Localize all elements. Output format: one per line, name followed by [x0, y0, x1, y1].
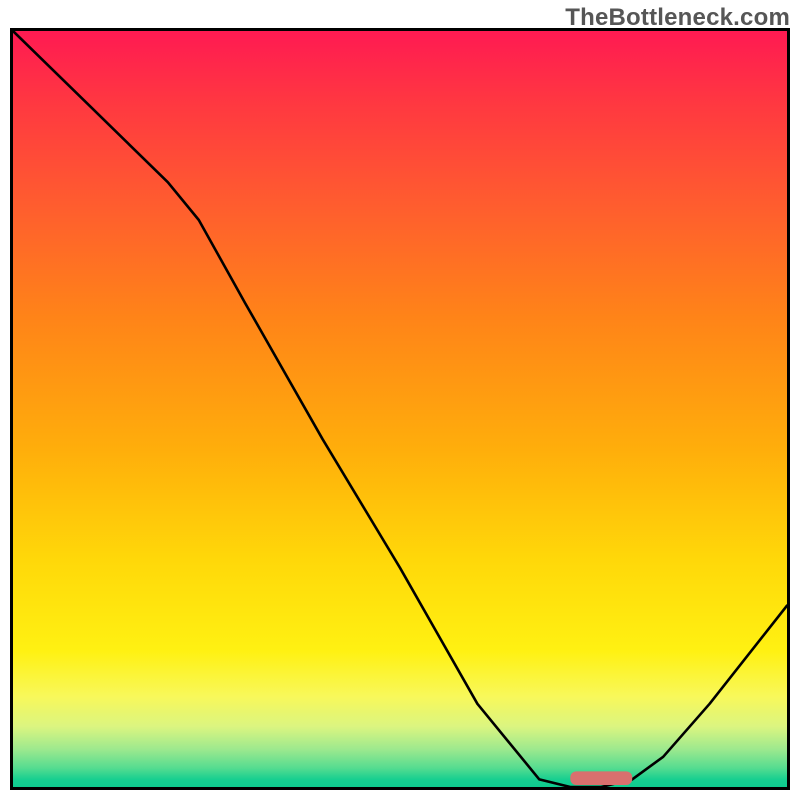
chart-container: TheBottleneck.com [0, 0, 800, 800]
optimal-range-marker [13, 31, 787, 787]
marker-rect [570, 771, 632, 785]
watermark-text: TheBottleneck.com [565, 4, 790, 32]
plot-area [13, 31, 787, 787]
plot-frame [10, 28, 790, 790]
